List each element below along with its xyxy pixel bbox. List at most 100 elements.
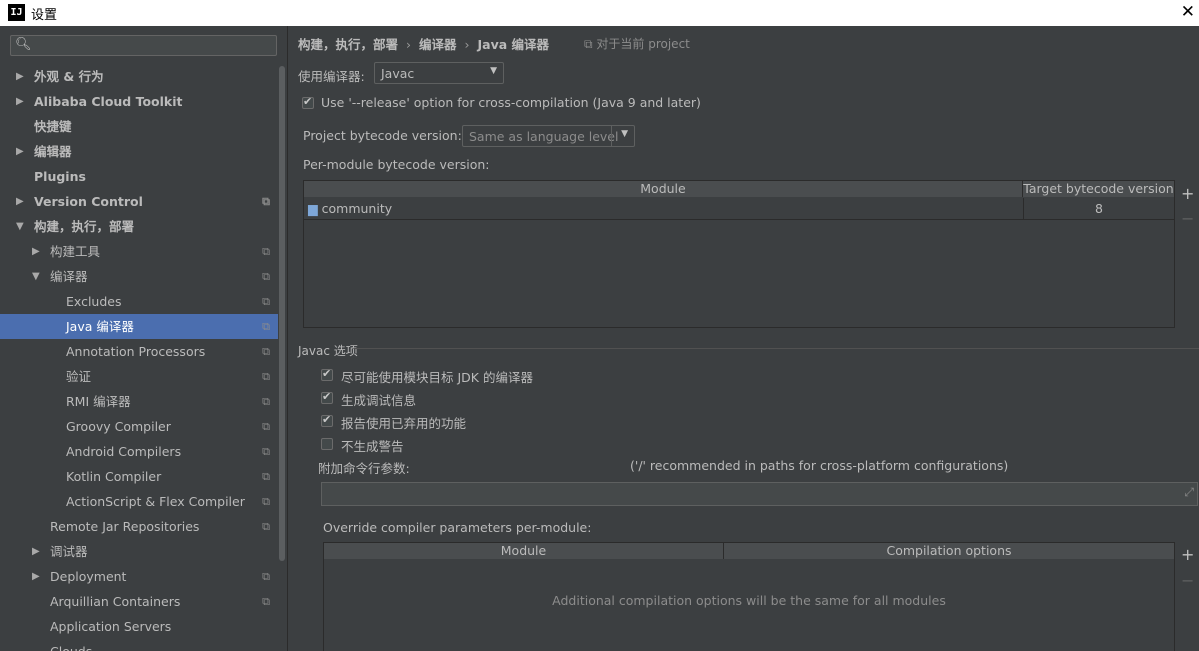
breadcrumb-separator: › (464, 37, 470, 52)
sidebar-item-item-0[interactable]: ▶ 外观 & 行为 (0, 64, 278, 89)
collapsed-arrow-icon[interactable]: ▶ (32, 239, 40, 264)
sidebar-item-label: Groovy Compiler (66, 419, 171, 434)
sidebar-item-alibaba-cloud-toolkit[interactable]: ▶ Alibaba Cloud Toolkit (0, 89, 278, 114)
project-scope-icon: ⧉ (262, 495, 270, 508)
column-header-options[interactable]: Compilation options (724, 543, 1174, 559)
javac-option-checkbox[interactable] (321, 438, 333, 450)
bytecode-version-select[interactable]: Same as language level ▼ (462, 125, 635, 147)
sidebar-item-deployment[interactable]: ▶ Deployment ⧉ (0, 564, 278, 589)
project-scope-icon: ⧉ (262, 320, 270, 333)
sidebar-item-plugins[interactable]: Plugins (0, 164, 278, 189)
sidebar-item-item-19[interactable]: ▶ 调试器 (0, 539, 278, 564)
javac-option-checkbox[interactable]: ✔ (321, 390, 333, 404)
sidebar-item-label: 构建工具 (50, 244, 101, 259)
sidebar-item-groovy-compiler[interactable]: Groovy Compiler ⧉ (0, 414, 278, 439)
project-scope-icon: ⧉ (262, 595, 270, 608)
sidebar-item-item-12[interactable]: 验证 ⧉ (0, 364, 278, 389)
project-scope-icon: ⧉ (262, 345, 270, 358)
sidebar-item-label: 外观 & 行为 (34, 69, 104, 84)
project-scope-icon: ⧉ (262, 295, 270, 308)
sidebar-item-kotlin-compiler[interactable]: Kotlin Compiler ⧉ (0, 464, 278, 489)
collapsed-arrow-icon[interactable]: ▶ (32, 539, 40, 564)
javac-option-checkbox[interactable]: ✔ (321, 413, 333, 427)
javac-section-title: Javac 选项 (298, 344, 358, 358)
project-scope-icon: ⧉ (262, 245, 270, 258)
sidebar-item-label: Excludes (66, 294, 122, 309)
collapsed-arrow-icon[interactable]: ▶ (16, 64, 24, 89)
sidebar-item-label: 编译器 (50, 269, 88, 284)
extra-params-label: 附加命令行参数: (318, 461, 410, 476)
sidebar-item-application-servers[interactable]: Application Servers (0, 614, 278, 639)
release-option-checkbox[interactable]: ✔ (302, 95, 314, 109)
settings-sidebar: 🔍︎ ▶ 外观 & 行为 ▶ Alibaba Cloud Toolkit 快捷键 ▶ 编辑器… (0, 26, 288, 651)
project-scope-note: ⧉ 对于当前 project (584, 35, 690, 52)
project-scope-label: 对于当前 project (596, 37, 690, 51)
sidebar-item-label: Annotation Processors (66, 344, 206, 359)
project-scope-icon: ⧉ (584, 37, 593, 51)
sidebar-item-label: Alibaba Cloud Toolkit (34, 94, 183, 109)
project-scope-icon: ⧉ (262, 395, 270, 408)
module-name: community (321, 201, 393, 216)
sidebar-item-arquillian-containers[interactable]: Arquillian Containers ⧉ (0, 589, 278, 614)
remove-module-button[interactable]: − (1181, 211, 1194, 227)
checkmark-icon: ✔ (322, 413, 332, 426)
sidebar-item-item-8[interactable]: ▼ 编译器 ⧉ (0, 264, 278, 289)
sidebar-item-label: Application Servers (50, 619, 172, 634)
sidebar-item-item-2[interactable]: 快捷键 (0, 114, 278, 139)
checkmark-icon: ✔ (322, 390, 332, 403)
extra-params-hint: ('/' recommended in paths for cross-plat… (630, 458, 1009, 473)
sidebar-item-java[interactable]: Java 编译器 ⧉ (0, 314, 278, 339)
sidebar-item-item-7[interactable]: ▶ 构建工具 ⧉ (0, 239, 278, 264)
sidebar-item-label: 构建，执行，部署 (34, 219, 135, 234)
compiler-label: 使用编译器: (298, 69, 365, 84)
collapsed-arrow-icon[interactable]: ▶ (16, 139, 24, 164)
sidebar-item-clouds[interactable]: Clouds (0, 639, 278, 651)
module-folder-icon: ▆ (308, 201, 318, 216)
sidebar-scrollbar[interactable] (278, 66, 286, 651)
sidebar-item-rmi[interactable]: RMI 编译器 ⧉ (0, 389, 278, 414)
table-header: Module Target bytecode version (304, 181, 1174, 197)
window-titlebar: IJ 设置 ✕ (0, 0, 1199, 26)
sidebar-item-label: Java 编译器 (66, 319, 134, 334)
sidebar-item-label: 调试器 (50, 544, 88, 559)
expanded-arrow-icon[interactable]: ▼ (16, 214, 24, 239)
search-box[interactable]: 🔍︎ (10, 35, 277, 56)
collapsed-arrow-icon[interactable]: ▶ (16, 189, 24, 214)
javac-option-checkbox[interactable]: ✔ (321, 367, 333, 381)
intellij-app-icon: IJ (8, 4, 25, 21)
sidebar-item-label: Remote Jar Repositories (50, 519, 200, 534)
column-header-target[interactable]: Target bytecode version (1023, 181, 1174, 197)
breadcrumb-item[interactable]: 编译器 (419, 37, 457, 52)
module-cell: ▆ community (308, 198, 1022, 219)
search-input[interactable] (33, 37, 277, 56)
sidebar-scrollbar-thumb[interactable] (279, 66, 285, 561)
expand-icon[interactable]: ⤢ (1184, 485, 1194, 500)
sidebar-item-annotation-processors[interactable]: Annotation Processors ⧉ (0, 339, 278, 364)
project-scope-icon: ⧉ (262, 370, 270, 383)
extra-params-input[interactable]: ⤢ (321, 482, 1198, 506)
sidebar-item-excludes[interactable]: Excludes ⧉ (0, 289, 278, 314)
breadcrumb-item[interactable]: 构建，执行，部署 (298, 37, 398, 52)
expanded-arrow-icon[interactable]: ▼ (32, 264, 40, 289)
add-override-button[interactable]: + (1181, 547, 1194, 563)
sidebar-item-item-6[interactable]: ▼ 构建，执行，部署 (0, 214, 278, 239)
target-version-cell[interactable]: 8 (1023, 198, 1174, 219)
bytecode-version-value: Same as language level (469, 129, 619, 144)
sidebar-item-android-compilers[interactable]: Android Compilers ⧉ (0, 439, 278, 464)
add-module-button[interactable]: + (1181, 186, 1194, 202)
close-icon[interactable]: ✕ (1181, 2, 1195, 22)
sidebar-item-remote-jar-repositories[interactable]: Remote Jar Repositories ⧉ (0, 514, 278, 539)
column-header-module[interactable]: Module (324, 543, 724, 559)
sidebar-item-label: Deployment (50, 569, 127, 584)
collapsed-arrow-icon[interactable]: ▶ (32, 564, 40, 589)
collapsed-arrow-icon[interactable]: ▶ (16, 89, 24, 114)
remove-override-button[interactable]: − (1181, 573, 1194, 589)
sidebar-item-item-3[interactable]: ▶ 编辑器 (0, 139, 278, 164)
column-header-module[interactable]: Module (304, 181, 1023, 197)
release-option-label: Use '--release' option for cross-compila… (321, 95, 701, 110)
compiler-select[interactable]: Javac ▼ (374, 62, 504, 84)
empty-table-text: Additional compilation options will be t… (552, 593, 946, 608)
sidebar-item-actionscript-flex-compiler[interactable]: ActionScript & Flex Compiler ⧉ (0, 489, 278, 514)
sidebar-item-version-control[interactable]: ▶ Version Control ⧉ (0, 189, 278, 214)
compiler-select-value: Javac (381, 66, 415, 81)
